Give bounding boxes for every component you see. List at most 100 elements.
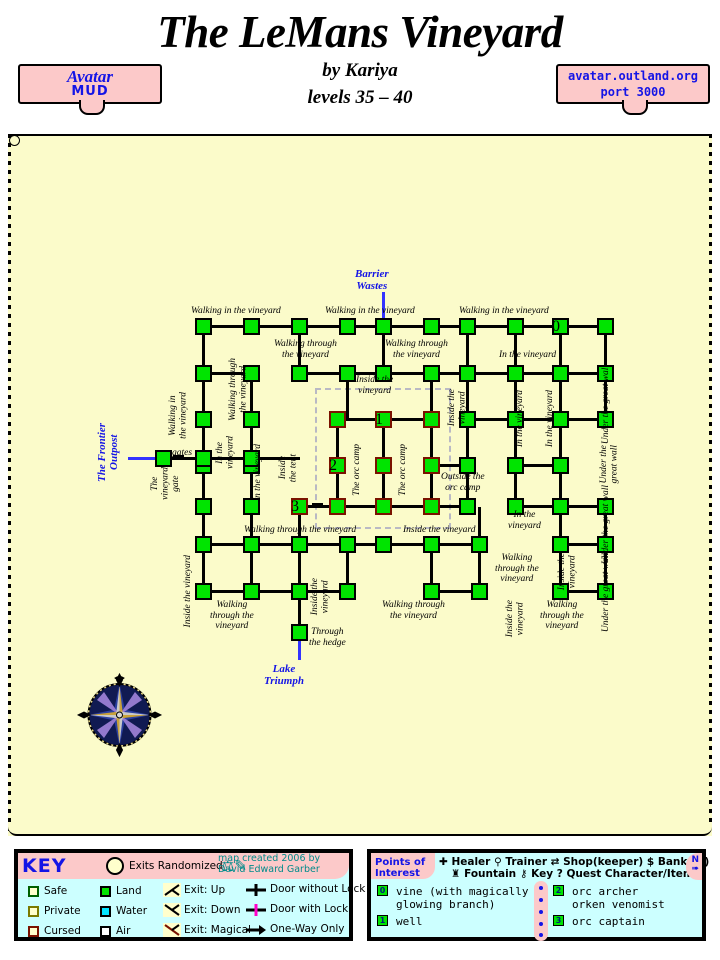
private-room-icon	[28, 905, 39, 917]
map-room[interactable]	[339, 365, 356, 382]
door-without-lock-icon	[246, 883, 266, 896]
key-terrain-land: Land	[100, 885, 142, 897]
map-room[interactable]	[459, 318, 476, 335]
key-exit-label: Exit: Up	[184, 884, 226, 896]
server-port: port 3000	[600, 85, 666, 99]
adjacent-area-label: The Frontier Outpost	[96, 423, 120, 482]
map-room[interactable]	[423, 318, 440, 335]
compass-rose-icon	[76, 672, 163, 758]
poi-marker: 3	[553, 915, 564, 926]
exit-magical-icon	[163, 923, 181, 937]
room-name-label: Inside the vineyard	[356, 375, 394, 396]
door-with-lock-icon	[246, 903, 266, 916]
map-room[interactable]	[507, 457, 524, 474]
room-name-label: Walking in the vineyard	[459, 306, 549, 316]
room-name-label: Walking in the vineyard	[168, 392, 189, 439]
key-exits-randomized-label: Exits Randomized	[129, 860, 223, 872]
room-name-label: The orc camp	[352, 444, 362, 496]
key-terrain-label: Water	[116, 905, 148, 917]
map-room[interactable]	[243, 583, 260, 600]
room-name-label: Under the great wall	[601, 365, 611, 445]
map-room[interactable]	[339, 318, 356, 335]
poi-divider	[534, 881, 548, 941]
map-room[interactable]	[329, 411, 346, 428]
map-room[interactable]	[291, 624, 308, 641]
circle-icon	[106, 857, 124, 875]
map-room[interactable]	[552, 365, 569, 382]
poi-text: orc captain	[572, 915, 645, 928]
map-room[interactable]	[195, 365, 212, 382]
key-exit-up: Exit: Up	[163, 883, 225, 897]
poi-title: Points of Interest	[375, 857, 426, 879]
room-name-label: Through the hedge	[309, 627, 346, 648]
room-name-label: Walking through the vineyard	[244, 525, 357, 535]
map-room[interactable]	[423, 498, 440, 515]
key-terrain-label: Private	[44, 905, 81, 917]
map-room[interactable]	[195, 318, 212, 335]
map-room[interactable]	[195, 450, 212, 467]
map-room[interactable]	[195, 583, 212, 600]
map-room[interactable]	[243, 318, 260, 335]
poi-marker: 0	[377, 885, 388, 896]
map-room[interactable]	[375, 318, 392, 335]
area-exit-link	[298, 641, 301, 660]
room-name-label: Walking through the vineyard	[228, 358, 249, 421]
map-room[interactable]	[552, 457, 569, 474]
map-room[interactable]	[375, 536, 392, 553]
map-room[interactable]	[375, 498, 392, 515]
sheet-corner-icon	[9, 135, 20, 146]
map-room[interactable]	[459, 365, 476, 382]
map-room[interactable]	[423, 365, 440, 382]
map-room[interactable]	[552, 498, 569, 515]
map-room[interactable]	[507, 365, 524, 382]
map-room[interactable]	[459, 498, 476, 515]
room-name-label: Inside the tent	[278, 454, 299, 483]
poi-entry-3: 3 orc captain	[553, 915, 703, 933]
map-room[interactable]	[291, 318, 308, 335]
room-name-label: In the vineyard	[499, 350, 557, 360]
map-room[interactable]	[375, 457, 392, 474]
map-room[interactable]	[243, 536, 260, 553]
room-name-label: In the vineyard	[545, 390, 555, 448]
poi-entry-1: 1 well	[377, 915, 532, 933]
map-room[interactable]	[507, 318, 524, 335]
map-room[interactable]	[423, 536, 440, 553]
north-label: N	[691, 855, 699, 865]
map-room[interactable]	[291, 536, 308, 553]
map-room[interactable]	[291, 583, 308, 600]
map-room[interactable]	[423, 583, 440, 600]
map-room[interactable]	[597, 318, 614, 335]
map-room[interactable]	[329, 498, 346, 515]
map-room[interactable]	[423, 411, 440, 428]
map-room[interactable]	[423, 457, 440, 474]
room-name-label: In the vineyard	[508, 510, 541, 531]
key-door-nolock: Door without Lock	[246, 883, 365, 896]
map-room[interactable]	[471, 536, 488, 553]
map-room[interactable]	[195, 536, 212, 553]
poi-text: vine (with magically glowing branch)	[396, 885, 529, 911]
room-name-label: Under the great wall	[599, 445, 620, 484]
points-of-interest-legend: Points of Interest ✚ Healer ⚲ Trainer ⇄ …	[367, 849, 709, 941]
key-door-lock: Door with Lock	[246, 903, 349, 916]
map-room[interactable]	[552, 536, 569, 553]
poi-marker: 2	[553, 885, 564, 896]
map-room[interactable]	[195, 498, 212, 515]
cursed-room-icon	[28, 925, 39, 937]
map-room[interactable]	[471, 583, 488, 600]
banner-tail-icon	[622, 100, 648, 115]
map-room[interactable]	[195, 411, 212, 428]
key-terrain-label: Safe	[44, 885, 68, 897]
poi-text: orc archer orken venomist	[572, 885, 665, 911]
key-door-label: Door with Lock	[270, 903, 349, 915]
key-exit-label: Exit: Magical	[184, 924, 251, 936]
room-name-label: Walking through the vineyard	[274, 339, 337, 360]
room-name-label: Inside the vineyard	[403, 525, 476, 535]
poi-room-marker: 2	[329, 457, 337, 474]
map-room[interactable]	[155, 450, 172, 467]
map-room[interactable]	[339, 536, 356, 553]
water-room-icon	[100, 905, 111, 917]
sheet-bottom-edge	[8, 826, 712, 836]
map-room[interactable]	[291, 365, 308, 382]
map-room[interactable]	[339, 583, 356, 600]
poi-marker: 1	[377, 915, 388, 926]
